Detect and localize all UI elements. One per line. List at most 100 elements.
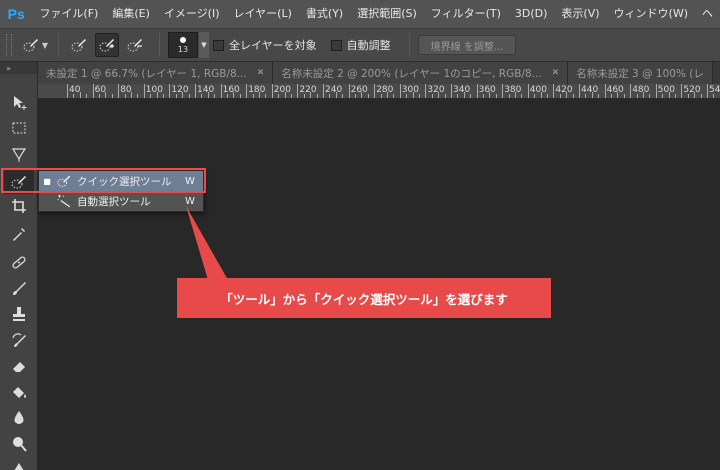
close-icon[interactable]: ✕ bbox=[257, 68, 265, 78]
ruler-minor-tick bbox=[643, 92, 644, 98]
annotation-highlight-box bbox=[1, 168, 206, 193]
ruler-minor-tick bbox=[406, 94, 408, 98]
ruler-label: 480 bbox=[632, 85, 650, 95]
ruler-minor-tick bbox=[278, 94, 280, 98]
auto-enhance-checkbox[interactable] bbox=[330, 39, 342, 51]
auto-enhance-label: 自動調整 bbox=[346, 39, 391, 52]
add-selection-icon bbox=[99, 39, 114, 52]
new-selection-icon bbox=[71, 39, 86, 52]
ruler-minor-tick bbox=[355, 94, 356, 98]
magic-wand-icon bbox=[55, 193, 73, 209]
menu-list: ファイル(F) 編集(E) イメージ(I) レイヤー(L) 書式(Y) 選択範囲… bbox=[32, 0, 720, 28]
marquee-tool[interactable] bbox=[4, 116, 34, 140]
menu-bar: Ps ファイル(F) 編集(E) イメージ(I) レイヤー(L) 書式(Y) 選… bbox=[0, 0, 720, 28]
crop-icon bbox=[12, 199, 26, 213]
menu-image[interactable]: イメージ(I) bbox=[157, 0, 227, 28]
menu-select[interactable]: 選択範囲(S) bbox=[350, 0, 424, 28]
ruler-minor-tick bbox=[239, 94, 241, 98]
ruler-tick bbox=[143, 84, 145, 98]
eraser-tool[interactable] bbox=[4, 354, 34, 378]
menu-file[interactable]: ファイル(F) bbox=[32, 0, 105, 28]
ruler-minor-tick bbox=[559, 94, 561, 98]
chevron-down-icon: ▼ bbox=[201, 41, 207, 49]
ruler-tick bbox=[169, 84, 171, 98]
brush-size-preview[interactable]: 13 bbox=[168, 32, 198, 58]
expand-icon[interactable]: » bbox=[6, 64, 11, 73]
ruler-label: 320 bbox=[427, 85, 445, 95]
close-icon[interactable]: ✕ bbox=[552, 68, 560, 78]
tab-document-1[interactable]: 未設定 1 @ 66.7% (レイヤー 1, RGB/8... ✕ bbox=[38, 62, 274, 84]
menu-3d[interactable]: 3D(D) bbox=[508, 0, 555, 28]
ruler-minor-tick bbox=[463, 92, 465, 98]
ruler-tick bbox=[630, 84, 632, 98]
ruler-label: 200 bbox=[273, 85, 291, 95]
menu-filter[interactable]: フィルター(T) bbox=[424, 0, 508, 28]
history-brush-tool[interactable] bbox=[4, 328, 34, 352]
ruler-minor-tick bbox=[598, 94, 600, 98]
ruler-tick bbox=[271, 84, 273, 98]
sample-all-layers-checkbox[interactable] bbox=[213, 39, 224, 51]
divider bbox=[408, 33, 410, 57]
paint-bucket-icon bbox=[13, 387, 26, 398]
ruler-minor-tick bbox=[457, 94, 459, 98]
new-selection-button[interactable] bbox=[67, 33, 91, 57]
ruler-minor-tick bbox=[86, 94, 88, 98]
blur-tool[interactable] bbox=[4, 406, 34, 430]
menu-window[interactable]: ウィンドウ(W) bbox=[607, 0, 695, 28]
paint-bucket-tool[interactable] bbox=[4, 380, 34, 404]
history-brush-icon bbox=[12, 333, 26, 347]
ruler-minor-tick bbox=[175, 94, 177, 98]
ruler-label: 260 bbox=[350, 85, 368, 95]
tab-document-2[interactable]: 名称未設定 2 @ 200% (レイヤー 1のコピー, RGB/8... ✕ bbox=[273, 62, 569, 84]
ruler-minor-tick bbox=[444, 94, 446, 98]
ruler-minor-tick bbox=[495, 94, 497, 98]
brush-size-value: 13 bbox=[177, 44, 189, 54]
brush-icon bbox=[13, 282, 26, 295]
add-to-selection-button[interactable] bbox=[95, 33, 119, 57]
ruler-minor-tick bbox=[252, 94, 254, 98]
ruler-label: 300 bbox=[401, 85, 419, 95]
subtract-from-selection-button[interactable] bbox=[123, 33, 147, 57]
ruler-minor-tick bbox=[163, 94, 164, 98]
ruler-minor-tick bbox=[150, 94, 152, 98]
ruler-minor-tick bbox=[207, 92, 209, 98]
ruler-minor-tick bbox=[342, 94, 344, 98]
stamp-tool[interactable] bbox=[4, 302, 34, 326]
bandage-icon bbox=[12, 256, 26, 269]
flyout-item-label: 自動選択ツール bbox=[77, 195, 151, 208]
menu-view[interactable]: 表示(V) bbox=[554, 0, 606, 28]
crop-tool[interactable] bbox=[4, 194, 34, 218]
horizontal-ruler[interactable]: 40 60 80 100 120 140 160 180 200 220 240 260 280 300 3… bbox=[38, 84, 720, 99]
ruler-tick bbox=[655, 84, 657, 98]
ruler-minor-tick bbox=[611, 94, 612, 98]
menu-type[interactable]: 書式(Y) bbox=[299, 0, 350, 28]
eyedropper-tool[interactable] bbox=[4, 222, 34, 246]
ruler-minor-tick bbox=[233, 92, 235, 98]
menu-layer[interactable]: レイヤー(L) bbox=[227, 0, 299, 28]
dodge-tool[interactable] bbox=[4, 432, 34, 456]
menu-edit[interactable]: 編集(E) bbox=[105, 0, 157, 28]
refine-edge-button[interactable]: 境界線 を調整... bbox=[417, 35, 517, 55]
ruler-label: 460 bbox=[606, 85, 624, 95]
ruler-label: 60 bbox=[94, 85, 107, 95]
options-grip[interactable] bbox=[6, 34, 12, 56]
ruler-label: 360 bbox=[478, 85, 496, 95]
healing-brush-tool[interactable] bbox=[4, 250, 34, 274]
ruler-minor-tick bbox=[99, 94, 100, 98]
brush-tool[interactable] bbox=[4, 276, 34, 300]
ruler-tick bbox=[681, 84, 683, 98]
ruler-label: 400 bbox=[529, 85, 547, 95]
move-tool[interactable] bbox=[4, 90, 34, 114]
flyout-item-magic-wand[interactable]: 自動選択ツール W bbox=[39, 191, 203, 211]
tab-document-3[interactable]: 名称未設定 3 @ 100% (レ bbox=[568, 62, 713, 84]
tools-panel-header[interactable]: » bbox=[0, 62, 37, 74]
tool-preset-picker[interactable]: ▼ bbox=[20, 33, 50, 57]
ruler-minor-tick bbox=[303, 94, 305, 98]
brush-picker-dropdown[interactable]: ▼ bbox=[199, 32, 209, 58]
menu-help[interactable]: ヘ bbox=[695, 0, 720, 28]
ruler-minor-tick bbox=[713, 94, 715, 98]
lasso-tool[interactable] bbox=[4, 142, 34, 166]
tab-label: 名称未設定 2 @ 200% (レイヤー 1のコピー, RGB/8... bbox=[281, 67, 542, 80]
pen-tool[interactable] bbox=[4, 456, 34, 470]
ruler-label: 440 bbox=[581, 85, 599, 95]
